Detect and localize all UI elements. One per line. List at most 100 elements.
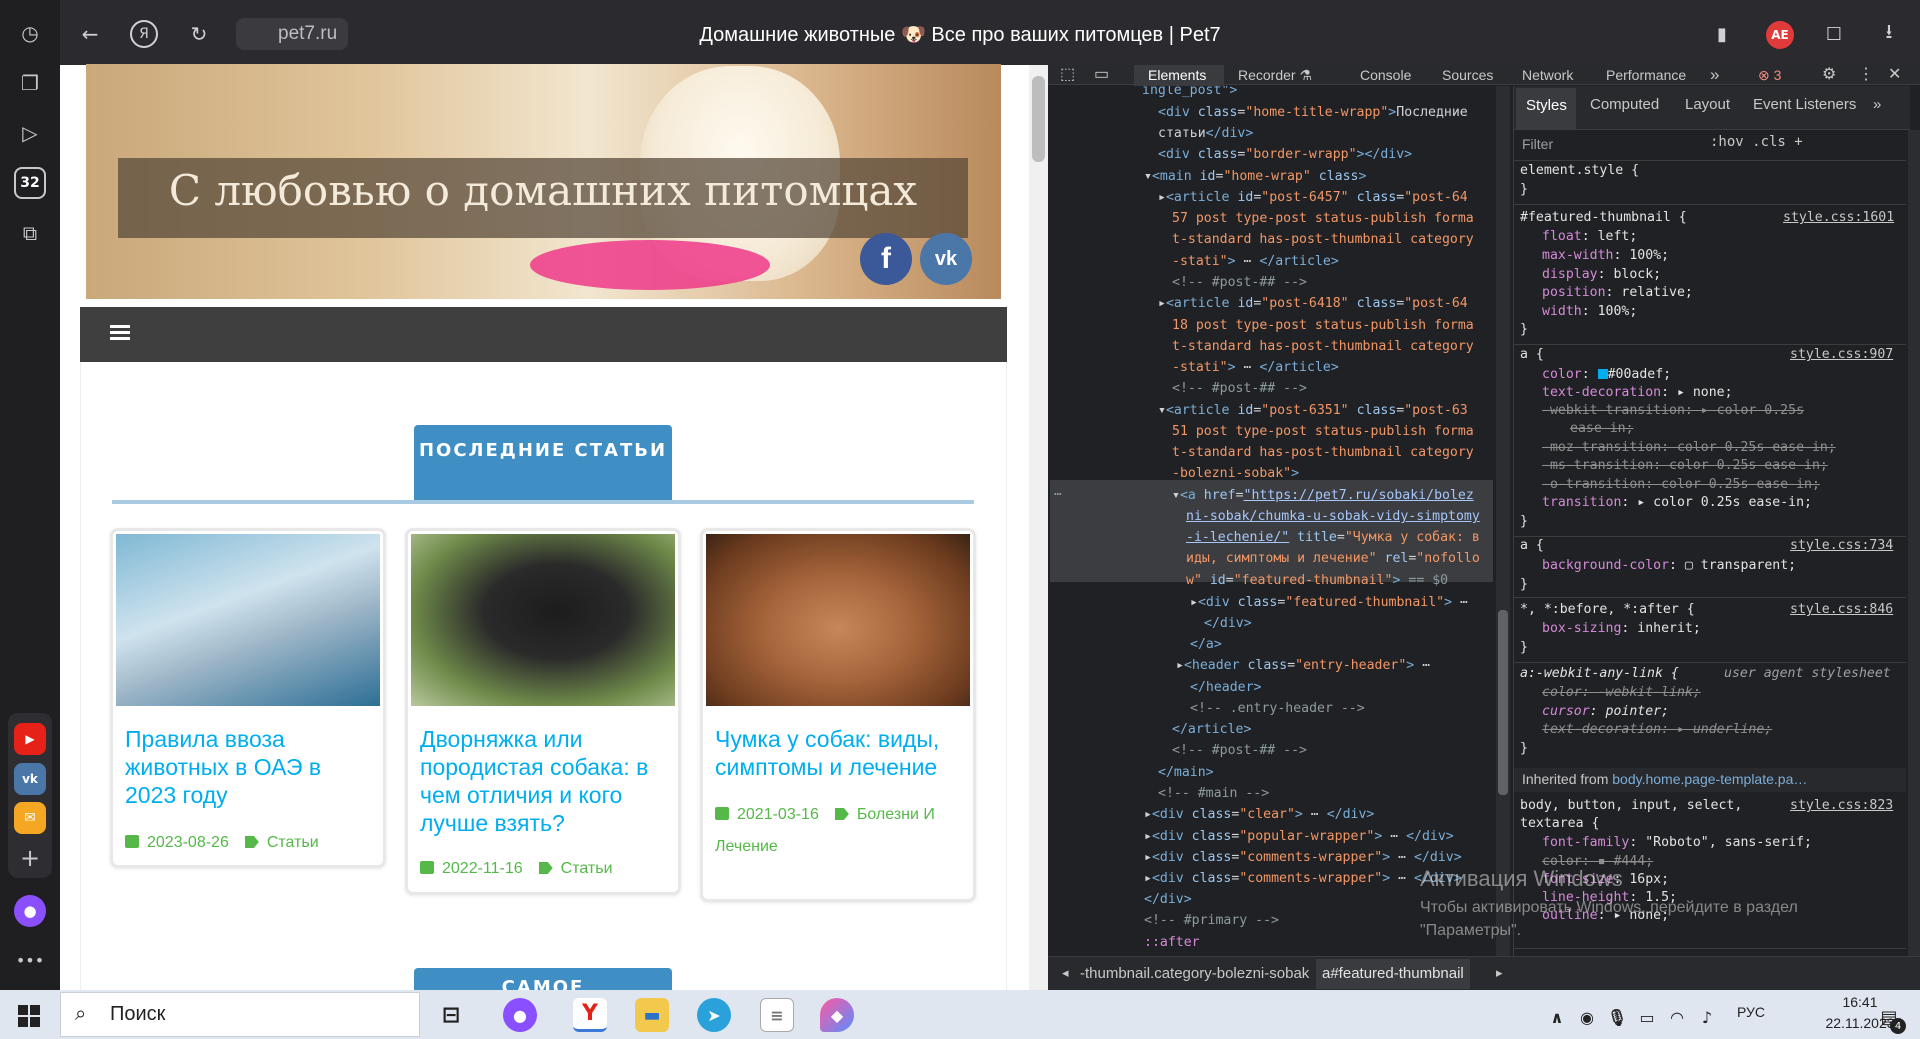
tab-recorder[interactable]: Recorder ⚗ [1238,65,1312,86]
element-breadcrumbs: ◂ -thumbnail.category-bolezni-sobak a#fe… [1048,956,1920,990]
vk-icon[interactable]: vk [920,233,972,285]
ribbon-image [530,240,770,290]
add-app-icon[interactable]: + [15,843,45,873]
tab-elements[interactable]: Elements [1134,65,1224,86]
article-title[interactable]: Чумка у собак: виды, симптомы и лечение [715,725,965,781]
dom-scrollbar[interactable] [1496,86,1510,956]
file-explorer-icon[interactable]: ▬ [635,998,669,1032]
article-card[interactable]: Правила ввоза животных в ОАЭ в 2023 году… [110,528,386,868]
styles-filter-input[interactable]: Filter [1518,132,1698,156]
divider [1514,948,1906,949]
facebook-icon[interactable]: f [860,233,912,285]
tab-console[interactable]: Console [1360,65,1411,86]
tab-computed[interactable]: Computed [1590,96,1659,113]
page-scrollbar-thumb[interactable] [1032,76,1045,162]
tag-icon [538,862,553,874]
language-indicator[interactable]: РУС [1737,1004,1765,1020]
paint-app-icon[interactable]: ◆ [820,998,854,1032]
article-title[interactable]: Дворняжка или породистая собака: в чем о… [420,725,670,837]
divider [1514,662,1906,663]
calendar-icon[interactable]: 32 [14,167,46,199]
windows-start-icon[interactable] [18,1005,40,1027]
page-scrollbar[interactable] [1029,65,1048,990]
tab-performance[interactable]: Performance [1606,65,1686,86]
section-title-latest: ПОСЛЕДНИЕ СТАТЬИ [414,425,672,501]
screenshot-icon[interactable]: ⧉ [15,218,45,248]
close-icon[interactable]: ✕ [1888,65,1901,86]
article-title[interactable]: Правила ввоза животных в ОАЭ в 2023 году [125,725,375,809]
article-card[interactable]: Чумка у собак: виды, симптомы и лечение … [700,528,976,902]
more-icon[interactable]: ••• [15,945,45,975]
inherited-label: Inherited from [1522,771,1609,787]
settings-icon[interactable]: ⚙ [1822,65,1836,86]
styles-scrollbar[interactable] [1908,130,1920,960]
tab-sources[interactable]: Sources [1442,65,1493,86]
extension-icon[interactable]: AE [1766,21,1794,49]
divider [1514,597,1906,598]
search-icon: ⌕ [75,1001,87,1025]
crumb-right-arrow-icon[interactable]: ▸ [1496,965,1503,981]
menu-icon[interactable] [110,325,130,341]
wifi-icon[interactable]: ◠ [1660,1000,1694,1034]
tab-event-listeners[interactable]: Event Listeners [1753,96,1856,113]
notepad-icon[interactable]: ≡ [760,998,794,1032]
inherited-selector[interactable]: body.home.page-template.pa… [1612,771,1807,787]
tab-network[interactable]: Network [1522,65,1573,86]
article-image[interactable] [706,534,970,706]
kebab-menu-icon[interactable]: ⋮ [1858,65,1874,86]
article-date: 2021-03-16 [737,806,819,823]
article-meta: 2023-08-26 Статьи [125,827,381,859]
tray-app-icon[interactable]: ◉ [1570,1000,1604,1034]
error-badge[interactable]: ⊗ 3 [1758,65,1781,85]
section-divider [112,500,974,504]
article-image[interactable] [116,534,380,706]
tab-layout[interactable]: Layout [1685,96,1730,113]
search-placeholder[interactable]: Поиск [110,1003,165,1026]
battery-icon[interactable]: ▭ [1630,1000,1664,1034]
article-category[interactable]: Статьи [267,834,319,851]
windows-activation-text: Чтобы активировать Windows, перейдите в … [1420,899,1798,939]
telegram-icon[interactable]: ➤ [697,998,731,1032]
windows-activation-title: Активация Windows [1420,866,1623,891]
vk-app-icon[interactable]: vk [14,763,46,795]
tray-chevron-icon[interactable]: ∧ [1540,1000,1574,1034]
calendar-icon [715,807,729,820]
mail-icon[interactable]: ✉ [14,802,46,834]
article-image[interactable] [411,534,675,706]
tab-styles[interactable]: Styles [1516,88,1576,129]
dom-tree[interactable]: ingle_post"> <div class="home-title-wrap… [1050,86,1493,956]
article-date: 2023-08-26 [147,834,229,851]
collections-icon[interactable]: ❐ [15,68,45,98]
crumb-left-arrow-icon[interactable]: ◂ [1062,965,1069,981]
notification-count: 4 [1890,1018,1906,1034]
banner-heading: С любовью о домашних питомцах [168,166,918,215]
inherited-header: Inherited from body.home.page-template.p… [1514,768,1906,792]
styles-filter-tools[interactable]: :hov .cls + [1710,134,1803,150]
article-category[interactable]: Статьи [561,860,613,877]
task-view-icon[interactable]: ⊟ [434,998,468,1032]
more-panes-icon[interactable]: » [1873,96,1881,113]
dom-scrollbar-thumb[interactable] [1498,610,1508,795]
crumb-item-selected[interactable]: a#featured-thumbnail [1316,959,1470,989]
inspect-icon[interactable]: ⬚ [1060,65,1075,86]
article-meta: 2021-03-16 Болезни И Лечение [715,799,971,863]
device-toggle-icon[interactable]: ▭ [1094,65,1109,86]
more-tabs-icon[interactable]: » [1710,65,1719,86]
tag-icon [834,808,849,820]
video-icon[interactable]: ▷ [15,118,45,148]
yandex-browser-icon[interactable]: Y [573,998,607,1032]
page-title: Домашние животные 🐶 Все про ваших питомц… [699,24,1221,46]
divider [1514,344,1906,345]
tag-icon [244,836,259,848]
youtube-icon[interactable]: ▶ [14,723,46,755]
alice-taskbar-icon[interactable]: ● [503,998,537,1032]
alice-icon[interactable]: ● [14,895,46,927]
divider [1514,204,1906,205]
crumb-item[interactable]: -thumbnail.category-bolezni-sobak [1080,965,1309,982]
article-meta: 2022-11-16 Статьи [420,853,676,885]
divider [1514,160,1906,161]
volume-icon[interactable]: ♪ [1690,1000,1724,1034]
microphone-icon[interactable]: 🎙 [1600,1000,1634,1034]
browser-sidebar: ◷ ❐ ▷ 32 ⧉ ▶ vk ✉ + ● ••• [0,0,60,990]
article-card[interactable]: Дворняжка или породистая собака: в чем о… [405,528,681,895]
